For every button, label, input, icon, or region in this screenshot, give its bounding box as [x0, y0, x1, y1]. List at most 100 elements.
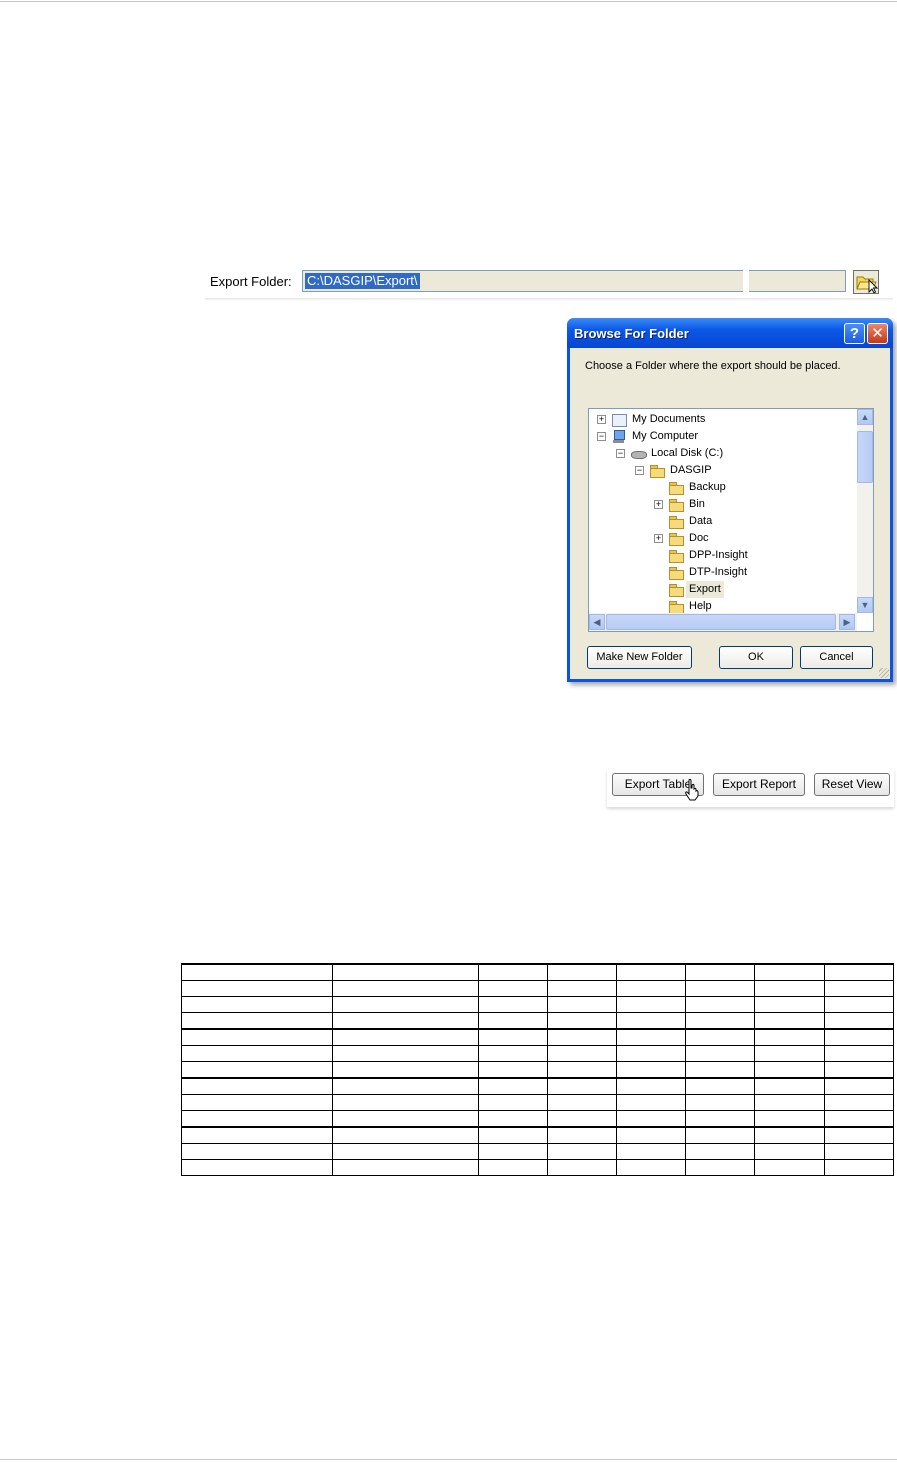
resize-grip-icon[interactable] [879, 668, 889, 678]
table-cell [181, 1077, 333, 1095]
hand-cursor-icon [685, 779, 699, 801]
table-row [181, 1045, 894, 1062]
table-cell [685, 1012, 755, 1030]
table-cell [478, 996, 548, 1013]
table-cell [547, 1094, 617, 1111]
table-cell [824, 1061, 894, 1079]
scroll-left-icon[interactable]: ◀ [589, 614, 605, 630]
table-cell [754, 996, 825, 1013]
folder-icon [668, 599, 684, 614]
table-cell [685, 1077, 755, 1095]
collapse-icon[interactable]: − [597, 432, 606, 441]
table-cell [616, 1110, 686, 1128]
table-cell [181, 996, 333, 1013]
collapse-icon[interactable]: − [635, 466, 644, 475]
table-cell [685, 1061, 755, 1079]
export-report-button[interactable]: Export Report [713, 773, 805, 796]
table-row [181, 1028, 894, 1046]
table-row [181, 1126, 894, 1144]
table-cell [547, 1126, 617, 1144]
scroll-down-icon[interactable]: ▼ [857, 597, 873, 613]
browse-folder-button[interactable] [853, 270, 879, 294]
vertical-scroll-thumb[interactable] [857, 431, 873, 483]
export-table-grid [181, 963, 894, 1176]
dialog-prompt: Choose a Folder where the export should … [585, 360, 841, 372]
table-cell [685, 1126, 755, 1144]
tree-item-label: My Computer [632, 430, 699, 442]
table-cell [478, 1143, 548, 1160]
table-cell [616, 980, 686, 997]
table-cell [181, 963, 333, 981]
table-cell [616, 996, 686, 1013]
tree-item-label: My Documents [632, 413, 706, 425]
table-cell [181, 1061, 333, 1079]
table-cell [824, 1110, 894, 1128]
table-row [181, 1110, 894, 1128]
browse-for-folder-dialog: Browse For Folder ? ✕ Choose a Folder wh… [567, 318, 893, 682]
table-cell [754, 1159, 825, 1176]
table-cell [332, 1126, 479, 1144]
table-cell [547, 996, 617, 1013]
ok-button[interactable]: OK [719, 646, 793, 669]
scroll-up-icon[interactable]: ▲ [857, 409, 873, 425]
horizontal-scrollbar[interactable]: ◀ ▶ [589, 613, 857, 631]
table-cell [547, 1143, 617, 1160]
table-cell [547, 1045, 617, 1062]
table-cell [478, 980, 548, 997]
table-cell [478, 963, 548, 981]
make-new-folder-button[interactable]: Make New Folder [587, 646, 692, 669]
export-folder-input[interactable]: C:\DASGIP\Export\ [302, 270, 846, 292]
folder-icon [668, 497, 684, 512]
table-row [181, 996, 894, 1013]
table-cell [754, 1126, 825, 1144]
table-cell [547, 1061, 617, 1079]
table-cell [824, 996, 894, 1013]
folder-icon [668, 582, 684, 597]
table-cell [547, 963, 617, 981]
table-cell [685, 1045, 755, 1062]
table-cell [181, 1028, 333, 1046]
table-cell [824, 1126, 894, 1144]
table-cell [824, 1077, 894, 1095]
table-cell [685, 1159, 755, 1176]
dialog-titlebar[interactable]: Browse For Folder ? ✕ [567, 318, 893, 348]
table-cell [332, 1077, 479, 1095]
local-disk-icon [630, 446, 647, 461]
tree-item-label: Bin [689, 498, 705, 510]
grid-body [181, 963, 894, 1176]
table-cell [616, 1012, 686, 1030]
table-cell [685, 980, 755, 997]
expand-icon[interactable]: + [654, 500, 663, 509]
table-cell [547, 980, 617, 997]
table-row [181, 980, 894, 997]
expand-icon[interactable]: + [654, 534, 663, 543]
scroll-right-icon[interactable]: ▶ [839, 614, 855, 630]
vertical-scrollbar[interactable]: ▲ ▼ [857, 409, 873, 613]
close-button[interactable]: ✕ [867, 323, 888, 344]
tree-item-label: DTP-Insight [689, 566, 748, 578]
cancel-button[interactable]: Cancel [800, 646, 873, 669]
collapse-icon[interactable]: − [616, 449, 625, 458]
table-row [181, 963, 894, 981]
table-row [181, 1159, 894, 1176]
folder-icon [668, 548, 684, 563]
help-icon: ? [849, 325, 860, 342]
folder-icon [668, 531, 684, 546]
help-button[interactable]: ? [844, 323, 865, 344]
tree-item-label: Data [689, 515, 713, 527]
table-cell [754, 1094, 825, 1111]
table-cell [332, 1143, 479, 1160]
folder-icon [668, 565, 684, 580]
table-cell [478, 1012, 548, 1030]
table-cell [824, 1045, 894, 1062]
reset-view-button[interactable]: Reset View [814, 773, 890, 796]
table-cell [478, 1061, 548, 1079]
table-cell [685, 996, 755, 1013]
table-cell [332, 1028, 479, 1046]
horizontal-scroll-thumb[interactable] [606, 614, 836, 630]
table-cell [754, 980, 825, 997]
folder-tree[interactable]: + My Documents − My Computer − Local Disk (C:… [588, 408, 874, 632]
table-row [181, 1061, 894, 1079]
expand-icon[interactable]: + [597, 415, 606, 424]
open-folder-icon [856, 276, 879, 294]
